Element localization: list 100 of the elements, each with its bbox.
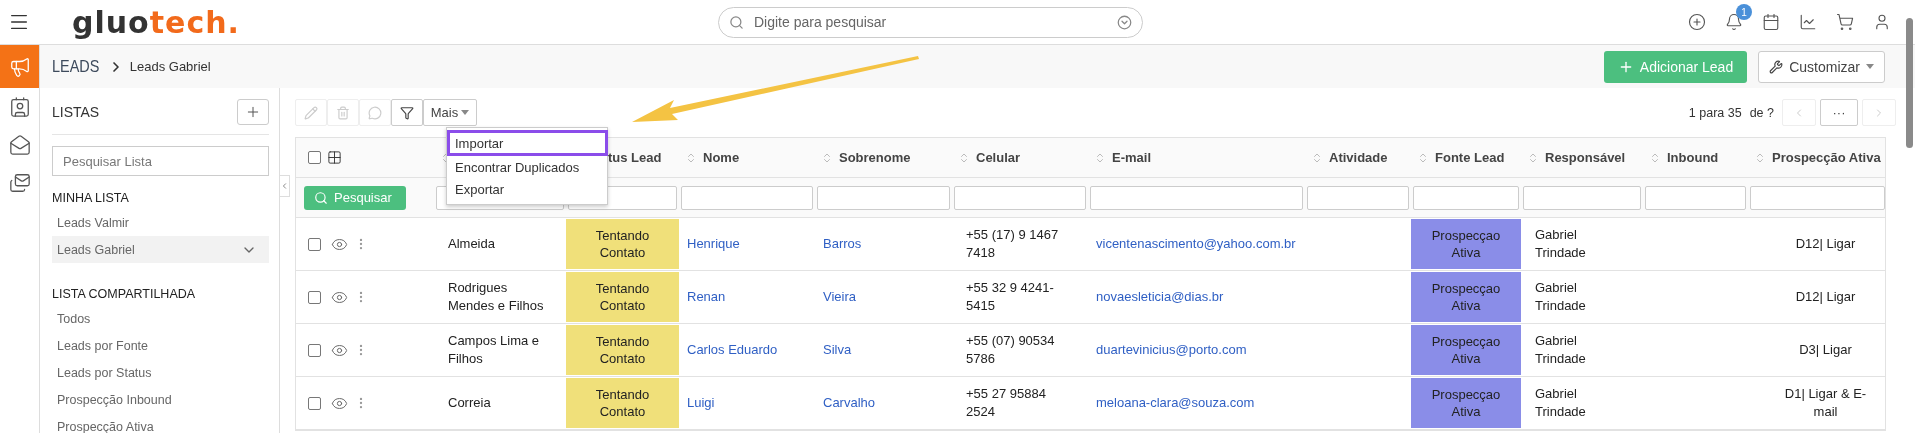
- list-item[interactable]: Leads Valmir: [52, 209, 269, 236]
- status-tag: Tentando Contato: [566, 325, 679, 375]
- table-cell-text: Gabriel Trindade: [1535, 332, 1587, 368]
- menu-item[interactable]: Encontrar Duplicados: [447, 156, 608, 178]
- sort-icon[interactable]: [958, 151, 970, 164]
- column-header[interactable]: Inbound: [1667, 150, 1719, 165]
- column-header[interactable]: E-mail: [1112, 150, 1151, 165]
- table-link[interactable]: duartevinicius@porto.com: [1096, 341, 1247, 359]
- column-header[interactable]: Atividade: [1329, 150, 1388, 165]
- list-item[interactable]: Todos: [52, 305, 269, 332]
- menu-item[interactable]: Exportar: [447, 178, 608, 200]
- filter-field[interactable]: [1523, 185, 1641, 210]
- calendar-icon[interactable]: [1762, 13, 1780, 31]
- table-cell-text: Rodrigues Mendes e Filhos: [448, 279, 545, 315]
- checkbox[interactable]: [308, 151, 321, 164]
- table-cell: Almeida: [448, 235, 495, 253]
- list-item[interactable]: Prospecção Inbound: [52, 386, 269, 413]
- table-cell-text: Gabriel Trindade: [1535, 385, 1587, 421]
- sort-icon[interactable]: [1311, 151, 1323, 164]
- table-link[interactable]: vicentenascimento@yahoo.com.br: [1096, 235, 1296, 253]
- sort-icon[interactable]: [685, 151, 697, 164]
- menu-item[interactable]: Importar: [447, 130, 608, 156]
- user-icon[interactable]: [1873, 13, 1891, 31]
- edit-button[interactable]: [295, 99, 327, 126]
- delete-button[interactable]: [327, 99, 359, 126]
- wrench-icon: [1769, 59, 1784, 74]
- table-link[interactable]: Luigi: [687, 394, 715, 412]
- customize-button[interactable]: Customizar: [1758, 50, 1885, 83]
- group-title: LISTA COMPARTILHADA: [52, 287, 197, 301]
- list-item[interactable]: Leads Gabriel: [52, 236, 269, 263]
- list-item[interactable]: Prospecção Ativa: [52, 413, 269, 433]
- column-header[interactable]: Nome: [703, 150, 740, 165]
- pencil-icon: [304, 105, 318, 120]
- caret-icon: [461, 110, 470, 115]
- filter-field[interactable]: [1750, 185, 1885, 210]
- table-link[interactable]: meloana-clara@souza.com: [1096, 394, 1255, 412]
- table-link[interactable]: Carlos Eduardo: [687, 341, 778, 359]
- pagination-text: 1 para 35: [1688, 105, 1742, 120]
- logo: gluotech.: [72, 4, 240, 40]
- plus-circle-icon[interactable]: [1688, 13, 1706, 31]
- table-link[interactable]: Silva: [823, 341, 852, 359]
- filter-field[interactable]: [1307, 185, 1409, 210]
- list-item[interactable]: Leads por Fonte: [52, 332, 269, 359]
- search-field[interactable]: Digite para pesquisar: [751, 13, 1109, 31]
- grid-icon[interactable]: [327, 150, 342, 165]
- table-link[interactable]: Vieira: [823, 288, 856, 306]
- table-cell-text: +55 (17) 9 1467 7418: [966, 226, 1060, 262]
- more-pages-button[interactable]: ···: [1820, 99, 1858, 126]
- contact-card-icon: [8, 96, 31, 118]
- group-title: MINHA LISTA: [52, 191, 130, 205]
- column-header[interactable]: Fonte Lead: [1435, 150, 1505, 165]
- table-link[interactable]: Carvalho: [823, 394, 876, 412]
- collapse-button[interactable]: [279, 175, 290, 197]
- cart-icon[interactable]: [1836, 13, 1854, 31]
- checkbox[interactable]: [308, 396, 321, 410]
- sort-icon[interactable]: [1527, 151, 1539, 164]
- table-cell-text: +55 32 9 4241-5415: [966, 279, 1055, 315]
- checkbox[interactable]: [308, 290, 321, 304]
- table-cell: D12| Ligar: [1795, 288, 1856, 306]
- section-title[interactable]: LEADS: [52, 56, 100, 77]
- filter-icon: [400, 105, 414, 120]
- more-button[interactable]: Mais: [423, 99, 477, 126]
- filter-field[interactable]: [1413, 185, 1519, 210]
- status-tag: Tentando Contato: [566, 272, 679, 322]
- table-link[interactable]: Barros: [823, 235, 862, 253]
- filter-field[interactable]: [1645, 185, 1746, 210]
- bell-icon[interactable]: [1725, 13, 1743, 31]
- column-header[interactable]: Celular: [976, 150, 1021, 165]
- sort-icon[interactable]: [821, 151, 833, 164]
- breadcrumb-current: Leads Gabriel: [129, 59, 211, 74]
- chart-icon[interactable]: [1799, 13, 1817, 31]
- sort-icon[interactable]: [1649, 151, 1661, 164]
- table-cell-text: Gabriel Trindade: [1535, 279, 1587, 315]
- table-link[interactable]: novaesleticia@dias.br: [1096, 288, 1224, 306]
- add-list-button[interactable]: [237, 99, 269, 125]
- column-header[interactable]: Responsável: [1545, 150, 1626, 165]
- filter-button[interactable]: [391, 99, 423, 126]
- checkbox[interactable]: [308, 237, 321, 251]
- filter-field[interactable]: [1090, 185, 1303, 210]
- status-tag: Tentando Contato: [566, 219, 679, 269]
- list-item[interactable]: Leads por Status: [52, 359, 269, 386]
- plus-icon: [245, 104, 261, 120]
- mail-stack-icon: [8, 172, 31, 194]
- checkbox[interactable]: [308, 343, 321, 357]
- table-link[interactable]: Renan: [687, 288, 726, 306]
- table-link[interactable]: Henrique: [687, 235, 740, 253]
- pagination-total: de ?: [1749, 105, 1774, 120]
- column-header[interactable]: Sobrenome: [839, 150, 911, 165]
- table-cell-text: Campos Lima e Filhos: [448, 332, 541, 368]
- filter-field[interactable]: [954, 185, 1086, 210]
- column-header[interactable]: Prospecção Ativa: [1772, 150, 1881, 165]
- column-header[interactable]: tus Lead: [608, 150, 662, 165]
- filter-field[interactable]: [817, 185, 950, 210]
- table-cell: Correia: [448, 394, 491, 412]
- megaphone-icon: [8, 55, 31, 78]
- sort-icon[interactable]: [1754, 151, 1766, 164]
- list-search-field[interactable]: Pesquisar Lista: [52, 146, 269, 176]
- filter-field[interactable]: [681, 185, 813, 210]
- sort-icon[interactable]: [1094, 151, 1106, 164]
- sort-icon[interactable]: [1417, 151, 1429, 164]
